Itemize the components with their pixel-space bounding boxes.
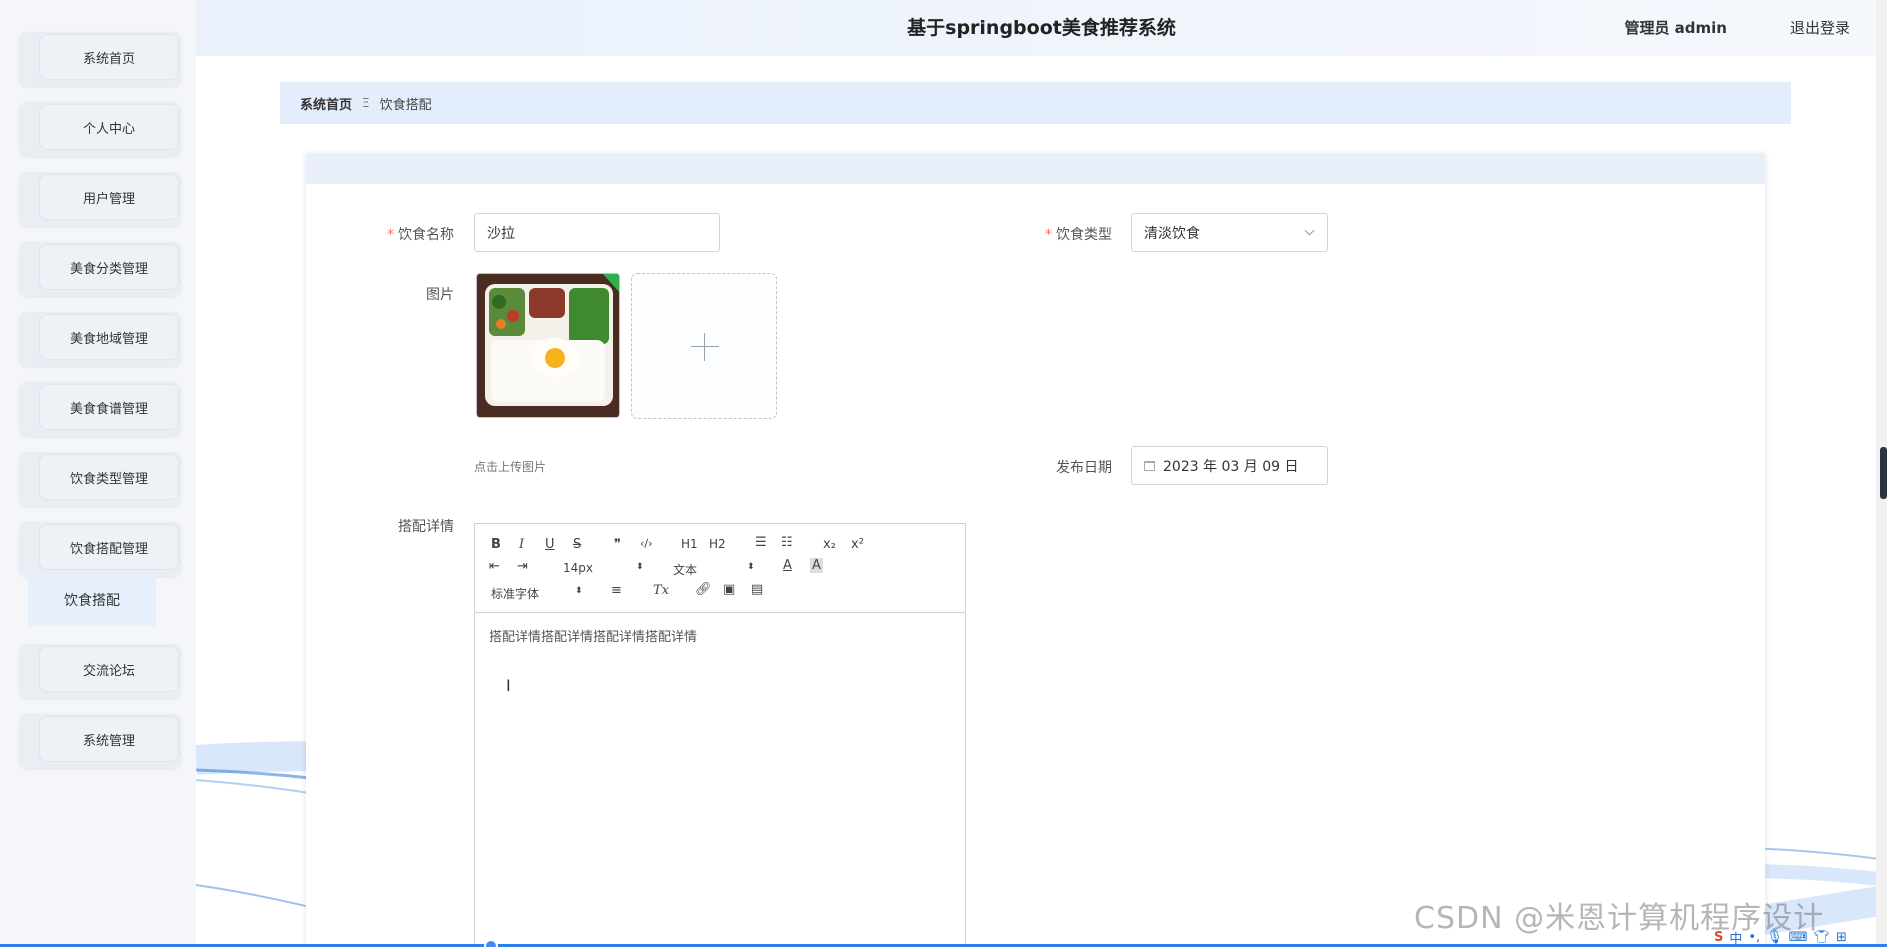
sidebar-subitem-diet-combo[interactable]: 饮食搭配 (28, 574, 156, 626)
sidebar-item-label: 美食食谱管理 (39, 384, 179, 430)
keyboard-icon: ⌨ (1788, 929, 1808, 945)
date-picker[interactable]: 2023 年 03 月 09 日 (1131, 446, 1328, 485)
font-size-select[interactable]: 14px (563, 561, 593, 575)
required-mark: * (1045, 227, 1052, 243)
sidebar-item-diet-combo[interactable]: 饮食搭配管理 (19, 522, 181, 576)
breadcrumb-current: 饮食搭配 (379, 97, 432, 113)
sidebar-item-label: 饮食搭配管理 (39, 524, 179, 570)
mic-icon: 🎙︎ (1766, 929, 1783, 945)
type-select[interactable]: 清淡饮食 (1131, 213, 1328, 252)
date-value: 2023 年 03 月 09 日 (1163, 458, 1299, 475)
subscript-button[interactable]: x₂ (823, 537, 836, 552)
outdent-icon[interactable]: ⇤ (489, 559, 500, 574)
blockquote-button[interactable]: ❞ (614, 537, 621, 552)
sidebar-item-label: 系统首页 (39, 34, 179, 80)
italic-button[interactable]: I (519, 537, 524, 552)
video-icon[interactable]: ▤ (751, 582, 763, 597)
sidebar-item-label: 交流论坛 (39, 646, 179, 692)
grid-icon: ⊞ (1836, 929, 1847, 945)
editor-toolbar: B I U S ❞ ‹/› H1 H2 ☰ ☷ x₂ x² ⇤ ⇥ 14px ⬍… (475, 524, 965, 613)
text-cursor-icon: I (506, 676, 511, 695)
sidebar-item-food-region[interactable]: 美食地域管理 (19, 312, 181, 366)
breadcrumb: 系统首页 Ξ 饮食搭配 (280, 82, 1791, 124)
image-label: 图片 (426, 287, 454, 303)
top-header: 基于springboot美食推荐系统 管理员 admin 退出登录 (196, 0, 1887, 56)
punct-icon: •, (1748, 929, 1761, 945)
h1-button[interactable]: H1 (681, 537, 698, 551)
plus-icon (691, 346, 719, 347)
sidebar-item-system[interactable]: 系统管理 (19, 714, 181, 768)
editor-content[interactable]: 搭配详情搭配详情搭配详情搭配详情 (489, 626, 697, 645)
updown-arrow-icon: ⬍ (575, 586, 583, 596)
font-family-select[interactable]: 标准字体 (491, 585, 539, 602)
upload-hint: 点击上传图片 (474, 460, 547, 474)
bold-button[interactable]: B (491, 537, 501, 552)
detail-label: 搭配详情 (398, 519, 454, 535)
sidebar-item-label: 饮食类型管理 (39, 454, 179, 500)
text-color-icon[interactable]: A (783, 558, 792, 573)
ordered-list-icon[interactable]: ☰ (755, 535, 767, 550)
background-color-icon[interactable]: A (810, 558, 823, 573)
sidebar-item-recipes[interactable]: 美食食谱管理 (19, 382, 181, 436)
breadcrumb-home[interactable]: 系统首页 (300, 94, 352, 113)
type-label: * 饮食类型 (1045, 227, 1112, 243)
type-select-value: 清淡饮食 (1144, 225, 1200, 242)
scrollbar-thumb[interactable] (1880, 447, 1887, 499)
image-icon[interactable]: ▣ (723, 582, 735, 597)
clean-format-button[interactable]: Tx (653, 583, 669, 598)
uploaded-image-thumbnail[interactable] (476, 273, 620, 418)
indent-icon[interactable]: ⇥ (517, 559, 528, 574)
updown-arrow-icon: ⬍ (747, 562, 755, 572)
name-label: * 饮食名称 (387, 227, 454, 243)
food-photo (477, 274, 619, 417)
name-input[interactable]: 沙拉 (474, 213, 720, 252)
user-label: 管理员 admin (1624, 19, 1727, 37)
date-label: 发布日期 (1056, 460, 1112, 476)
sidebar-item-users[interactable]: 用户管理 (19, 172, 181, 226)
sidebar-item-forum[interactable]: 交流论坛 (19, 644, 181, 698)
strike-button[interactable]: S (573, 537, 581, 552)
sidebar-item-personal-center[interactable]: 个人中心 (19, 102, 181, 156)
sidebar-item-home[interactable]: 系统首页 (19, 32, 181, 86)
card-header (306, 154, 1765, 184)
sidebar-item-label: 美食地域管理 (39, 314, 179, 360)
required-mark: * (387, 227, 394, 243)
image-upload-button[interactable] (631, 273, 777, 419)
updown-arrow-icon: ⬍ (636, 562, 644, 572)
block-type-select[interactable]: 文本 (673, 561, 697, 578)
sidebar-item-food-category[interactable]: 美食分类管理 (19, 242, 181, 296)
logout-link[interactable]: 退出登录 (1790, 17, 1850, 38)
skin-icon: 👕︎ (1813, 929, 1830, 945)
bullet-list-icon[interactable]: ☷ (781, 535, 793, 550)
calendar-icon (1144, 460, 1155, 471)
h2-button[interactable]: H2 (709, 537, 726, 551)
sidebar: 系统首页 个人中心 用户管理 美食分类管理 美食地域管理 美食食谱管理 饮食类型… (0, 0, 196, 947)
underline-button[interactable]: U (545, 537, 555, 552)
sidebar-item-label: 系统管理 (39, 716, 179, 762)
sogou-icon: S (1714, 929, 1724, 945)
sidebar-item-label: 个人中心 (39, 104, 179, 150)
sidebar-item-label: 用户管理 (39, 174, 179, 220)
resize-handle[interactable] (484, 939, 498, 947)
rich-text-editor: B I U S ❞ ‹/› H1 H2 ☰ ☷ x₂ x² ⇤ ⇥ 14px ⬍… (474, 523, 966, 947)
superscript-button[interactable]: x² (851, 537, 864, 552)
link-icon[interactable]: 🔗︎ (695, 582, 712, 597)
sidebar-item-label: 美食分类管理 (39, 244, 179, 290)
chevron-down-icon (1304, 225, 1315, 236)
align-icon[interactable]: ≡ (611, 583, 622, 598)
code-block-button[interactable]: ‹/› (640, 537, 653, 550)
breadcrumb-separator: Ξ (362, 96, 370, 110)
sidebar-item-diet-type[interactable]: 饮食类型管理 (19, 452, 181, 506)
